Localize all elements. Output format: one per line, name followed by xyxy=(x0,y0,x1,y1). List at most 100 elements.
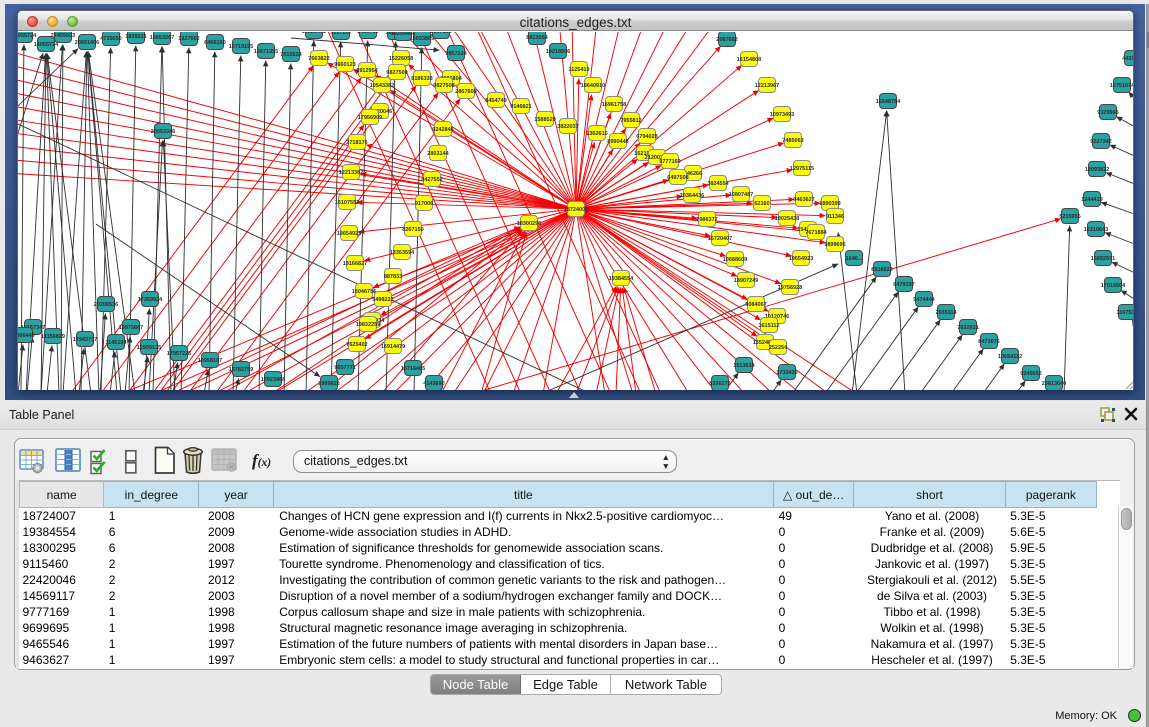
svg-text:10025438: 10025438 xyxy=(775,216,799,222)
svg-text:9777169: 9777169 xyxy=(659,159,680,165)
svg-text:1890399: 1890399 xyxy=(819,201,840,207)
svg-text:8912954: 8912954 xyxy=(356,68,378,74)
svg-text:5215955: 5215955 xyxy=(1059,214,1080,220)
svg-text:8813054: 8813054 xyxy=(526,35,548,41)
svg-text:17957225: 17957225 xyxy=(167,351,191,357)
svg-text:2803144: 2803144 xyxy=(427,151,449,157)
svg-text:9474444: 9474444 xyxy=(913,297,935,303)
svg-text:8336273: 8336273 xyxy=(709,381,730,387)
svg-text:7986372: 7986372 xyxy=(696,217,717,223)
svg-text:15720407: 15720407 xyxy=(708,236,732,242)
svg-text:7671884: 7671884 xyxy=(805,230,827,236)
svg-text:9827508: 9827508 xyxy=(433,83,454,89)
svg-text:19218506: 19218506 xyxy=(546,49,570,55)
svg-text:4439167: 4439167 xyxy=(1122,56,1133,62)
svg-text:6497508: 6497508 xyxy=(667,175,688,181)
svg-text:18300295: 18300295 xyxy=(517,221,541,227)
svg-text:19832259: 19832259 xyxy=(356,322,380,328)
svg-text:10958107: 10958107 xyxy=(198,358,222,364)
svg-text:19975867: 19975867 xyxy=(119,325,143,331)
svg-text:10653267: 10653267 xyxy=(150,35,174,41)
svg-text:9657771: 9657771 xyxy=(334,365,355,371)
svg-text:17942737: 17942737 xyxy=(73,337,97,343)
svg-text:8427552: 8427552 xyxy=(421,177,442,183)
svg-text:7632621: 7632621 xyxy=(957,325,978,331)
svg-text:20364436: 20364436 xyxy=(680,193,704,199)
svg-text:8186328: 8186328 xyxy=(411,76,432,82)
svg-text:2066449: 2066449 xyxy=(18,333,35,339)
svg-text:22455603: 22455603 xyxy=(51,33,75,39)
svg-text:19654925: 19654925 xyxy=(337,231,361,237)
svg-text:20813640: 20813640 xyxy=(1042,381,1066,387)
svg-text:15226058: 15226058 xyxy=(389,56,413,62)
svg-text:19384554: 19384554 xyxy=(609,276,634,282)
svg-text:10543382: 10543382 xyxy=(370,83,394,89)
svg-text:8938923: 8938923 xyxy=(871,267,892,273)
svg-text:19654923: 19654923 xyxy=(789,256,813,262)
svg-text:10807487: 10807487 xyxy=(729,192,753,198)
svg-text:4143890: 4143890 xyxy=(423,381,444,387)
svg-text:2935114: 2935114 xyxy=(935,310,957,316)
svg-text:12093822: 12093822 xyxy=(1085,167,1109,173)
svg-text:6479197: 6479197 xyxy=(893,282,914,288)
svg-text:18724007: 18724007 xyxy=(564,207,588,213)
svg-text:10654112: 10654112 xyxy=(998,354,1022,360)
svg-text:17359924: 17359924 xyxy=(138,297,163,303)
svg-text:2867608: 2867608 xyxy=(455,89,476,95)
svg-text:15692971: 15692971 xyxy=(1091,256,1115,262)
svg-text:1839221: 1839221 xyxy=(125,34,146,40)
svg-text:3917183: 3917183 xyxy=(430,32,451,35)
svg-text:10228452: 10228452 xyxy=(302,32,326,35)
svg-text:7857224: 7857224 xyxy=(445,51,467,57)
svg-text:10973493: 10973493 xyxy=(770,112,794,118)
svg-text:7663822: 7663822 xyxy=(308,56,329,62)
svg-text:9146821: 9146821 xyxy=(510,104,531,110)
svg-text:9227342: 9227342 xyxy=(1090,139,1111,145)
svg-text:1244419: 1244419 xyxy=(1081,197,1102,203)
svg-text:9899695: 9899695 xyxy=(824,242,845,248)
svg-text:2087682: 2087682 xyxy=(716,37,737,43)
svg-text:9660123: 9660123 xyxy=(334,62,355,68)
svg-text:16671355: 16671355 xyxy=(254,49,278,55)
svg-text:16961758: 16961758 xyxy=(602,102,626,108)
svg-text:8267150: 8267150 xyxy=(402,227,423,233)
svg-text:16648784: 16648784 xyxy=(876,99,901,105)
svg-text:911346: 911346 xyxy=(826,214,844,220)
svg-text:5498222: 5498222 xyxy=(372,297,393,303)
svg-text:9242848: 9242848 xyxy=(432,127,453,133)
svg-text:1362615: 1362615 xyxy=(586,131,607,137)
svg-text:62160: 62160 xyxy=(754,201,769,207)
svg-text:9245652: 9245652 xyxy=(1020,371,1041,377)
svg-text:3822037: 3822037 xyxy=(557,124,578,130)
svg-text:252254: 252254 xyxy=(769,345,788,351)
svg-text:1640...: 1640... xyxy=(846,256,863,262)
svg-text:9463627: 9463627 xyxy=(793,197,814,203)
svg-text:17016504: 17016504 xyxy=(1101,283,1126,289)
svg-text:16046756: 16046756 xyxy=(352,289,376,295)
svg-text:14055724: 14055724 xyxy=(18,33,37,39)
svg-text:17956909: 17956909 xyxy=(358,115,382,121)
svg-text:18640910: 18640910 xyxy=(581,83,605,89)
svg-text:8489709: 8489709 xyxy=(357,32,378,35)
svg-text:1167533: 1167533 xyxy=(1116,310,1133,316)
svg-text:1999828: 1999828 xyxy=(318,381,339,387)
svg-text:1125419: 1125419 xyxy=(568,67,589,73)
svg-text:1145194: 1145194 xyxy=(105,340,127,346)
svg-text:9827500: 9827500 xyxy=(386,70,407,76)
svg-text:3824554: 3824554 xyxy=(707,181,729,187)
svg-text:887833: 887833 xyxy=(384,274,402,280)
svg-text:1733426: 1733426 xyxy=(776,370,797,376)
svg-text:18907249: 18907249 xyxy=(734,278,758,284)
svg-text:1588520: 1588520 xyxy=(534,117,555,123)
svg-text:12213382: 12213382 xyxy=(339,170,363,176)
svg-text:1327602: 1327602 xyxy=(178,36,199,42)
svg-text:6466160: 6466160 xyxy=(204,40,225,46)
svg-text:2718176: 2718176 xyxy=(346,140,367,146)
svg-text:10719155: 10719155 xyxy=(229,44,253,50)
svg-text:917006: 917006 xyxy=(415,201,433,207)
svg-text:11156829: 11156829 xyxy=(41,334,65,340)
svg-text:16107553: 16107553 xyxy=(335,200,359,206)
svg-text:7485063: 7485063 xyxy=(782,138,803,144)
svg-text:1513614: 1513614 xyxy=(733,363,755,369)
svg-text:16154808: 16154808 xyxy=(737,57,761,63)
